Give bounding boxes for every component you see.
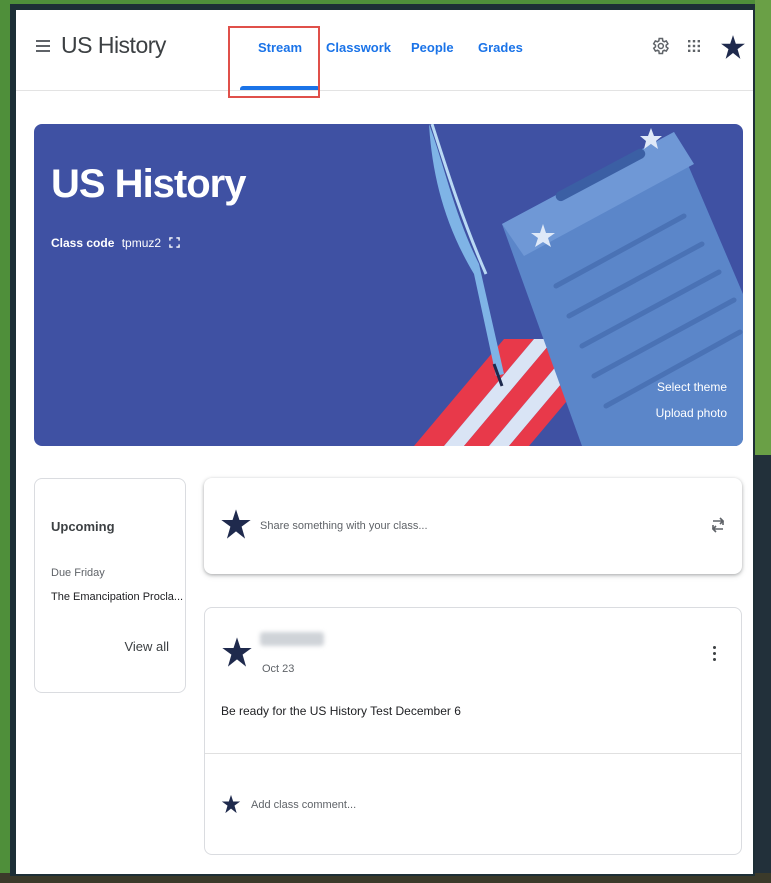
post-text: Be ready for the US History Test Decembe… <box>221 704 461 718</box>
class-code-value: tpmuz2 <box>121 236 162 250</box>
post-author-blurred <box>260 632 324 646</box>
star-avatar-icon <box>222 637 252 667</box>
star-avatar-icon <box>221 794 241 814</box>
apps-icon[interactable] <box>688 40 700 52</box>
classroom-window: US History Stream Classwork People Grade… <box>16 10 753 874</box>
upcoming-assignment-link[interactable]: The Emancipation Procla... <box>51 591 183 603</box>
announcement-post: Oct 23 Be ready for the US History Test … <box>204 607 742 855</box>
class-banner: US History Class code tpmuz2 Select them… <box>34 124 743 446</box>
class-code: Class code tpmuz2 <box>51 236 181 250</box>
class-code-label: Class code <box>51 236 115 250</box>
upload-photo-link[interactable]: Upload photo <box>656 406 727 420</box>
tab-people[interactable]: People <box>411 40 454 55</box>
select-theme-link[interactable]: Select theme <box>657 380 727 394</box>
post-divider <box>205 753 741 754</box>
tab-grades[interactable]: Grades <box>478 40 523 55</box>
top-app-bar: US History Stream Classwork People Grade… <box>16 10 753 98</box>
more-options-icon[interactable] <box>713 646 717 666</box>
tab-classwork[interactable]: Classwork <box>326 40 391 55</box>
background-green-edge <box>755 0 771 470</box>
background-dark-edge <box>755 455 771 883</box>
due-label: Due Friday <box>51 567 105 579</box>
gear-icon[interactable] <box>650 36 670 56</box>
upcoming-card: Upcoming Due Friday The Emancipation Pro… <box>34 478 186 693</box>
post-date: Oct 23 <box>262 663 295 675</box>
repost-icon[interactable] <box>710 514 726 536</box>
star-avatar-icon <box>221 509 251 539</box>
banner-title: US History <box>51 162 246 206</box>
menu-icon[interactable] <box>36 40 50 52</box>
share-announcement-box[interactable]: Share something with your class... <box>204 478 742 574</box>
view-all-button[interactable]: View all <box>124 639 169 654</box>
share-placeholder[interactable]: Share something with your class... <box>260 520 428 532</box>
expand-icon[interactable] <box>169 237 181 248</box>
star-avatar-icon[interactable] <box>720 34 746 60</box>
stream-tab-highlight-box <box>228 26 320 98</box>
add-comment-input[interactable]: Add class comment... <box>251 799 356 811</box>
course-title[interactable]: US History <box>61 32 166 59</box>
upcoming-title: Upcoming <box>51 519 115 534</box>
